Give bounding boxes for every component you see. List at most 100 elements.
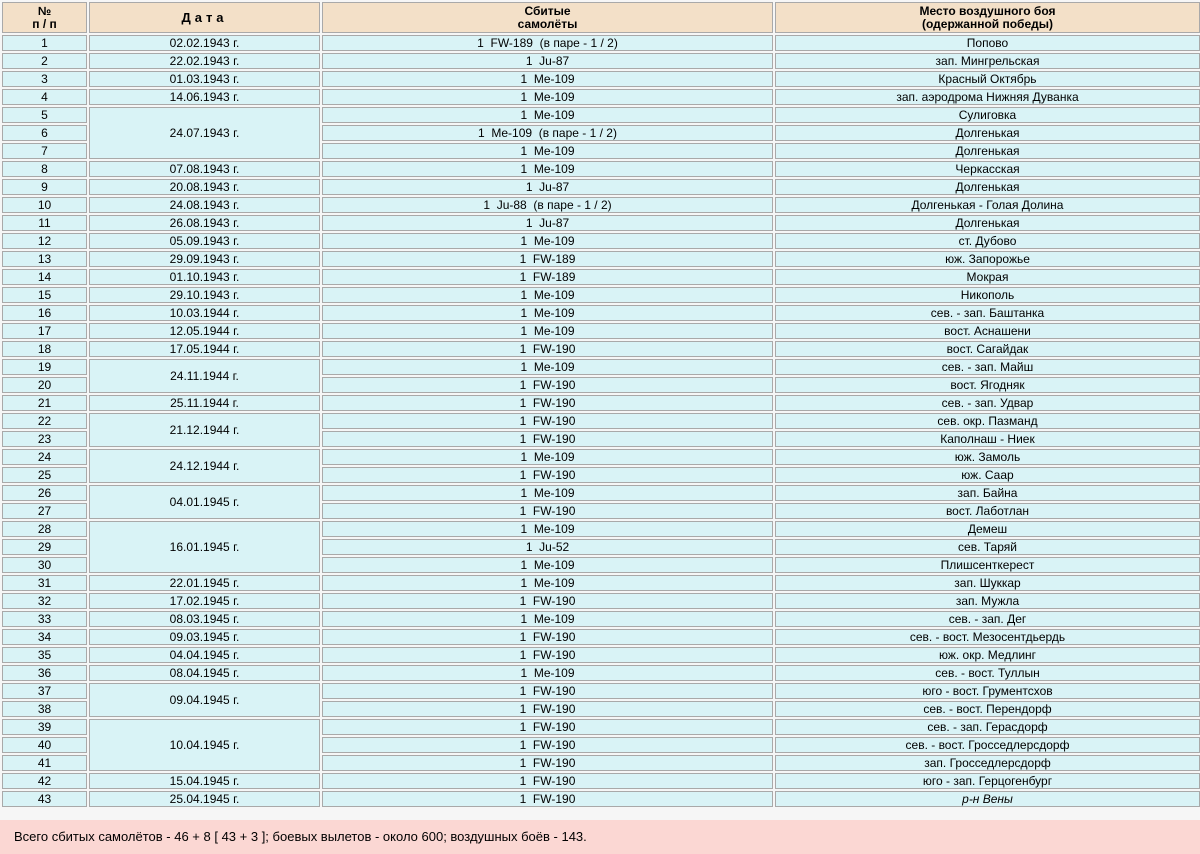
cell-place: юж. окр. Медлинг [775,647,1200,663]
cell-date: 25.04.1945 г. [89,791,320,807]
table-row: 33 08.03.1945 г. 1 Me-109 сев. - зап. Дег [2,611,1200,627]
cell-number: 12 [2,233,87,249]
cell-plane: 1 Me-109 (в паре - 1 / 2) [322,125,773,141]
table-row: 21 25.11.1944 г. 1 FW-190 сев. - зап. Удвар [2,395,1200,411]
cell-place: сев. - зап. Удвар [775,395,1200,411]
cell-number: 4 [2,89,87,105]
table-row: 39 10.04.1945 г. 1 FW-190 сев. - зап. Герас… [2,719,1200,771]
cell-plane: 1 FW-190 [322,341,773,357]
cell-date: 17.02.1945 г. [89,593,320,609]
cell-number: 26 [2,485,87,501]
table-row: 10 24.08.1943 г. 1 Ju-88 (в паре - 1 / 2) Д… [2,197,1200,213]
cell-plane: 1 FW-190 [322,503,773,519]
cell-date: 21.12.1944 г. [89,413,320,447]
cell-place: Плишсенткерест [775,557,1200,573]
cell-date: 22.01.1945 г. [89,575,320,591]
cell-plane: 1 Me-109 [322,287,773,303]
cell-place: сев. - зап. Дег [775,611,1200,627]
cell-plane: 1 FW-190 [322,467,773,483]
table-row: 42 15.04.1945 г. 1 FW-190 юго - зап. Герцог… [2,773,1200,789]
cell-place: Долгенькая [775,125,1200,141]
cell-plane: 1 Me-109 [322,575,773,591]
cell-place: сев. окр. Пазманд [775,413,1200,429]
table-row: 34 09.03.1945 г. 1 FW-190 сев. - вост. Мезо… [2,629,1200,645]
table-row: 1 02.02.1943 г. 1 FW-189 (в паре - 1 / 2) П… [2,35,1200,51]
cell-place: вост. Аснашени [775,323,1200,339]
cell-plane: 1 Ju-88 (в паре - 1 / 2) [322,197,773,213]
cell-date: 09.03.1945 г. [89,629,320,645]
cell-number: 6 [2,125,87,141]
cell-number: 39 [2,719,87,735]
cell-number: 32 [2,593,87,609]
table-row: 32 17.02.1945 г. 1 FW-190 зап. Мужла [2,593,1200,609]
cell-date: 24.12.1944 г. [89,449,320,483]
cell-place: сев. - зап. Баштанка [775,305,1200,321]
cell-place: юж. Замоль [775,449,1200,465]
table-row: 8 07.08.1943 г. 1 Me-109 Черкасская [2,161,1200,177]
header-place: Место воздушного боя (одержанной победы) [775,2,1200,33]
cell-number: 35 [2,647,87,663]
cell-plane: 1 Me-109 [322,521,773,537]
cell-place: юго - вост. Грументсхов [775,683,1200,699]
table-row: 24 24.12.1944 г. 1 Me-109 юж. Замоль [2,449,1200,483]
table-row: 12 05.09.1943 г. 1 Me-109 ст. Дубово [2,233,1200,249]
table-row: 43 25.04.1945 г. 1 FW-190 р-н Вены [2,791,1200,807]
cell-place: сев. - зап. Герасдорф [775,719,1200,735]
cell-plane: 1 FW-190 [322,755,773,771]
cell-plane: 1 Ju-87 [322,53,773,69]
cell-number: 23 [2,431,87,447]
table-row: 19 24.11.1944 г. 1 Me-109 сев. - зап. Майш [2,359,1200,393]
cell-place: Сулиговка [775,107,1200,123]
cell-number: 15 [2,287,87,303]
cell-place: вост. Ягодняк [775,377,1200,393]
table-row: 17 12.05.1944 г. 1 Me-109 вост. Аснашени [2,323,1200,339]
cell-number: 38 [2,701,87,717]
cell-plane: 1 Me-109 [322,161,773,177]
summary-line: Всего сбитых самолётов - 46 + 8 [ 43 + 3… [0,820,1200,854]
cell-place: Каполнаш - Ниек [775,431,1200,447]
cell-place: ст. Дубово [775,233,1200,249]
cell-number: 11 [2,215,87,231]
table-row: 16 10.03.1944 г. 1 Me-109 сев. - зап. Башта… [2,305,1200,321]
cell-date: 14.06.1943 г. [89,89,320,105]
cell-place: зап. Мужла [775,593,1200,609]
table-row: 36 08.04.1945 г. 1 Me-109 сев. - вост. Тулл… [2,665,1200,681]
cell-plane: 1 FW-190 [322,395,773,411]
cell-plane: 1 Me-109 [322,233,773,249]
header-number: № п / п [2,2,87,33]
table-header-row: № п / п Дата Сбитые самолёты Место воздушн… [2,2,1200,33]
cell-number: 19 [2,359,87,375]
cell-plane: 1 Me-109 [322,71,773,87]
cell-place: Мокрая [775,269,1200,285]
cell-plane: 1 FW-190 [322,377,773,393]
cell-plane: 1 Me-109 [322,611,773,627]
cell-number: 24 [2,449,87,465]
cell-number: 8 [2,161,87,177]
cell-plane: 1 Ju-87 [322,215,773,231]
cell-plane: 1 Me-109 [322,89,773,105]
cell-place: юго - зап. Герцогенбург [775,773,1200,789]
cell-number: 28 [2,521,87,537]
cell-plane: 1 FW-189 (в паре - 1 / 2) [322,35,773,51]
cell-plane: 1 Me-109 [322,107,773,123]
cell-number: 7 [2,143,87,159]
cell-number: 43 [2,791,87,807]
cell-number: 27 [2,503,87,519]
cell-place: юж. Саар [775,467,1200,483]
cell-date: 29.09.1943 г. [89,251,320,267]
cell-number: 34 [2,629,87,645]
cell-number: 31 [2,575,87,591]
cell-number: 18 [2,341,87,357]
cell-date: 04.04.1945 г. [89,647,320,663]
table-body: 1 02.02.1943 г. 1 FW-189 (в паре - 1 / 2) П… [2,35,1200,807]
cell-date: 15.04.1945 г. [89,773,320,789]
cell-number: 2 [2,53,87,69]
cell-plane: 1 FW-190 [322,737,773,753]
cell-place: сев. - вост. Мезосентдьердь [775,629,1200,645]
cell-date: 17.05.1944 г. [89,341,320,357]
cell-place: зап. аэродрома Нижняя Дуванка [775,89,1200,105]
cell-number: 41 [2,755,87,771]
cell-plane: 1 Me-109 [322,305,773,321]
cell-place: Долгенькая [775,179,1200,195]
cell-number: 30 [2,557,87,573]
